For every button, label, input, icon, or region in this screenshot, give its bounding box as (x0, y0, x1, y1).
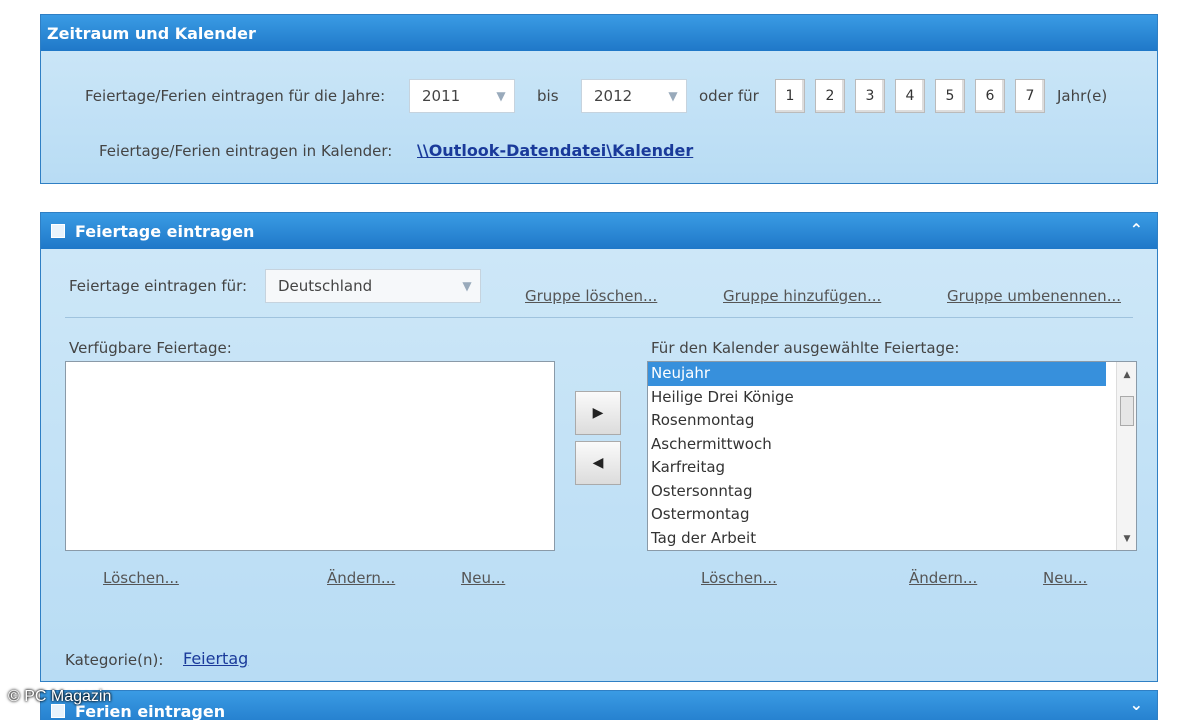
list-item[interactable]: Tag der Arbeit (648, 527, 1136, 551)
panel-icon (51, 704, 65, 718)
selected-label: Für den Kalender ausgewählte Feiertage: (651, 339, 960, 357)
list-item[interactable]: Heilige Drei Könige (648, 386, 1136, 410)
panel-header-vacations[interactable]: Ferien eintragen ⌄ (41, 691, 1157, 720)
left-delete-link[interactable]: Löschen... (103, 569, 179, 587)
group-delete-link[interactable]: Gruppe löschen... (525, 287, 657, 305)
list-item[interactable]: Neujahr (648, 362, 1106, 386)
panel-title: Zeitraum und Kalender (47, 23, 256, 43)
add-holiday-button[interactable]: ▶ (575, 391, 621, 435)
year-count-button[interactable]: 2 (815, 79, 845, 113)
scrollbar[interactable]: ▲ ▼ (1116, 362, 1136, 550)
calendar-label: Feiertage/Ferien eintragen in Kalender: (99, 141, 393, 160)
group-add-link[interactable]: Gruppe hinzufügen... (723, 287, 881, 305)
panel-header-period[interactable]: Zeitraum und Kalender (41, 15, 1157, 51)
panel-title: Feiertage eintragen (75, 221, 255, 241)
available-label: Verfügbare Feiertage: (69, 339, 232, 357)
years-row: Feiertage/Ferien eintragen für die Jahre… (85, 79, 1107, 113)
panel-vacations: Ferien eintragen ⌄ (40, 690, 1158, 720)
right-edit-link[interactable]: Ändern... (909, 569, 977, 587)
country-select[interactable]: Deutschland ▼ (265, 269, 481, 303)
year-count-button[interactable]: 6 (975, 79, 1005, 113)
expand-icon[interactable]: ⌄ (1130, 695, 1143, 714)
years-suffix: Jahr(e) (1057, 87, 1108, 105)
scroll-thumb[interactable] (1120, 396, 1134, 426)
arrow-right-icon: ▶ (592, 405, 604, 421)
available-holidays-list[interactable] (65, 361, 555, 551)
group-rename-link[interactable]: Gruppe umbenennen... (947, 287, 1121, 305)
selected-items: Neujahr Heilige Drei Könige Rosenmontag Asc… (648, 362, 1136, 550)
year-count-button[interactable]: 1 (775, 79, 805, 113)
or-for-label: oder für (699, 87, 759, 105)
remove-holiday-button[interactable]: ◀ (575, 441, 621, 485)
right-new-link[interactable]: Neu... (1043, 569, 1087, 587)
category-link[interactable]: Feiertag (183, 649, 248, 668)
year-from-value: 2011 (422, 87, 461, 105)
year-from-select[interactable]: 2011 ▼ (409, 79, 515, 113)
to-label: bis (537, 87, 559, 105)
list-item[interactable]: Ostersonntag (648, 480, 1136, 504)
panel-period-calendar: Zeitraum und Kalender Feiertage/Ferien e… (40, 14, 1158, 184)
scroll-up-icon[interactable]: ▲ (1117, 370, 1136, 380)
right-delete-link[interactable]: Löschen... (701, 569, 777, 587)
left-edit-link[interactable]: Ändern... (327, 569, 395, 587)
arrow-left-icon: ◀ (592, 455, 604, 471)
selected-holidays-list[interactable]: Neujahr Heilige Drei Könige Rosenmontag Asc… (647, 361, 1137, 551)
watermark: © PC Magazin (8, 688, 112, 705)
chevron-down-icon[interactable]: ▼ (660, 80, 686, 112)
year-count-button[interactable]: 5 (935, 79, 965, 113)
year-count-buttons: 1234567 (775, 79, 1055, 113)
year-count-button[interactable]: 7 (1015, 79, 1045, 113)
enter-for-label: Feiertage eintragen für: (69, 277, 248, 295)
panel-holidays: Feiertage eintragen ⌃ Feiertage eintrage… (40, 212, 1158, 682)
country-row: Feiertage eintragen für: Deutschland ▼ (69, 269, 481, 303)
calendar-row: Feiertage/Ferien eintragen in Kalender: … (99, 141, 693, 160)
collapse-icon[interactable]: ⌃ (1130, 220, 1143, 239)
divider (65, 317, 1133, 318)
list-item[interactable]: Karfreitag (648, 456, 1136, 480)
panel-header-holidays[interactable]: Feiertage eintragen ⌃ (41, 213, 1157, 249)
year-count-button[interactable]: 4 (895, 79, 925, 113)
list-item[interactable]: Ostermontag (648, 503, 1136, 527)
country-value: Deutschland (278, 277, 373, 295)
calendar-link[interactable]: \\Outlook-Datendatei\Kalender (417, 141, 693, 160)
chevron-down-icon[interactable]: ▼ (454, 270, 480, 302)
category-label: Kategorie(n): (65, 651, 164, 669)
years-label: Feiertage/Ferien eintragen für die Jahre… (85, 87, 386, 105)
year-to-value: 2012 (594, 87, 633, 105)
list-item[interactable]: Aschermittwoch (648, 433, 1136, 457)
list-item[interactable]: Rosenmontag (648, 409, 1136, 433)
panel-icon (51, 224, 65, 238)
year-to-select[interactable]: 2012 ▼ (581, 79, 687, 113)
scroll-down-icon[interactable]: ▼ (1117, 534, 1136, 544)
year-count-button[interactable]: 3 (855, 79, 885, 113)
left-new-link[interactable]: Neu... (461, 569, 505, 587)
chevron-down-icon[interactable]: ▼ (488, 80, 514, 112)
